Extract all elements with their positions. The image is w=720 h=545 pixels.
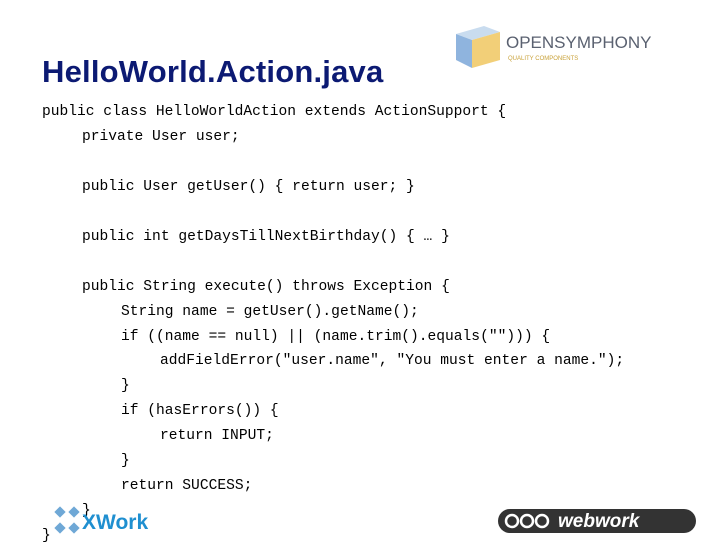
code-line: addFieldError("user.name", "You must ent… bbox=[160, 353, 625, 369]
code-line: public class HelloWorldAction extends Ac… bbox=[42, 104, 507, 120]
code-line: return SUCCESS; bbox=[121, 478, 253, 494]
xwork-wordmark: XWork bbox=[82, 511, 148, 534]
xwork-logo: XWork bbox=[50, 504, 180, 538]
opensymphony-tagline: QUALITY COMPONENTS bbox=[508, 56, 578, 62]
code-line: return INPUT; bbox=[160, 428, 274, 444]
webwork-banner-icon: webwork bbox=[498, 509, 696, 533]
webwork-logo: webwork bbox=[498, 509, 696, 533]
code-line: private User user; bbox=[82, 129, 240, 145]
code-line: if (hasErrors()) { bbox=[121, 403, 279, 419]
opensymphony-cube-icon: OPENSYMPHONY QUALITY COMPONENTS bbox=[456, 26, 651, 68]
code-line: public User getUser() { return user; } bbox=[82, 179, 415, 195]
code-line: String name = getUser().getName(); bbox=[121, 304, 419, 320]
code-line: } bbox=[121, 453, 130, 469]
slide-title: HelloWorld.Action.java bbox=[42, 54, 384, 89]
xwork-x-icon: XWork bbox=[54, 506, 148, 534]
code-line: if ((name == null) || (name.trim().equal… bbox=[121, 329, 551, 345]
webwork-wordmark: webwork bbox=[558, 511, 641, 532]
opensymphony-logo: OPENSYMPHONY QUALITY COMPONENTS bbox=[454, 20, 694, 70]
code-line: public String execute() throws Exception… bbox=[82, 279, 450, 295]
code-line: } bbox=[121, 378, 130, 394]
code-line: public int getDaysTillNextBirthday() { …… bbox=[82, 229, 450, 245]
opensymphony-wordmark: OPENSYMPHONY bbox=[506, 33, 651, 52]
